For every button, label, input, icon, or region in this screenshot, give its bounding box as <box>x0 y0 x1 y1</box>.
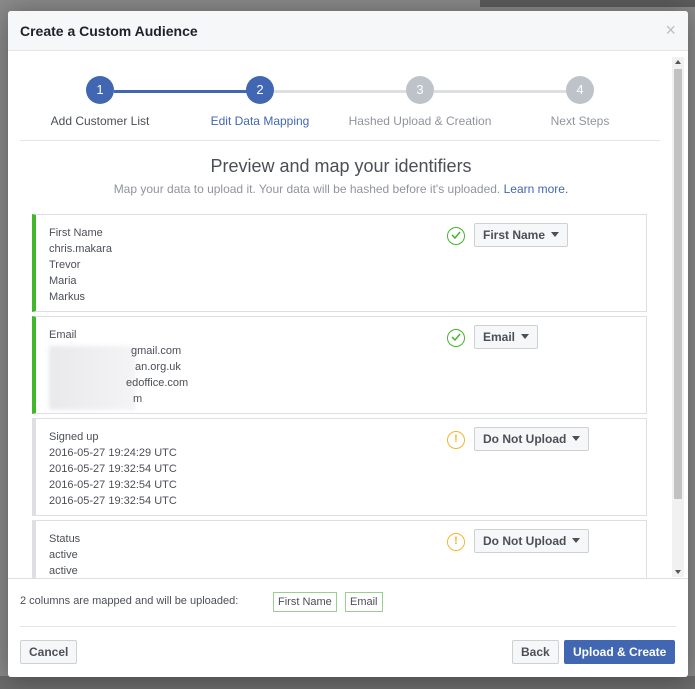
backdrop-topbar <box>480 0 695 7</box>
step-3: 3 Hashed Upload & Creation <box>340 76 500 128</box>
column-value: active <box>49 549 78 561</box>
column-value: edoffice.com <box>126 377 189 389</box>
caret-down-icon <box>572 436 581 441</box>
backdrop-bottom <box>0 676 695 689</box>
dialog-title: Create a Custom Audience <box>20 23 198 39</box>
column-value: 2016-05-27 19:24:29 UTC <box>49 447 177 459</box>
column-header: First Name <box>49 227 103 239</box>
mapping-value: Email <box>483 330 516 344</box>
column-card-email: Email gmail.com an.org.uk edoffice.com m… <box>32 316 647 414</box>
mapping-dropdown-email[interactable]: Email <box>474 325 539 349</box>
mapped-tag-email: Email <box>345 592 383 612</box>
step-3-label: Hashed Upload & Creation <box>348 114 492 128</box>
column-value: chris.makara <box>49 243 112 255</box>
step-1-circle: 1 <box>86 76 114 104</box>
column-values: Signed up 2016-05-27 19:24:29 UTC 2016-0… <box>49 429 177 509</box>
scroll-up-arrow-icon[interactable] <box>675 60 681 64</box>
step-4: 4 Next Steps <box>500 76 660 128</box>
caret-down-icon <box>521 334 530 339</box>
dialog-header: Create a Custom Audience × <box>8 11 688 51</box>
column-value: an.org.uk <box>135 361 181 373</box>
column-value: m <box>133 393 143 405</box>
column-header: Status <box>49 533 81 545</box>
step-2: 2 Edit Data Mapping <box>180 76 340 128</box>
scroll-down-arrow-icon[interactable] <box>675 570 681 574</box>
column-value: 2016-05-27 19:32:54 UTC <box>49 479 177 491</box>
step-1: 1 Add Customer List <box>20 76 180 128</box>
step-3-circle: 3 <box>406 76 434 104</box>
caret-down-icon <box>572 538 581 543</box>
column-card-signed-up: Signed up 2016-05-27 19:24:29 UTC 2016-0… <box>32 418 647 516</box>
column-values: Status active active <box>49 531 80 578</box>
warning-icon: ! <box>447 533 465 551</box>
column-header: Email <box>49 329 77 341</box>
preview-heading: Preview and map your identifiers <box>210 156 472 176</box>
column-value: Maria <box>49 275 77 287</box>
mapping-summary: 2 columns are mapped and will be uploade… <box>8 578 688 628</box>
check-icon <box>447 227 465 245</box>
column-values: Email gmail.com an.org.uk edoffice.com m <box>49 327 188 407</box>
progress-stepper: 1 Add Customer List 2 Edit Data Mapping … <box>20 76 660 136</box>
mapping-dropdown-first-name[interactable]: First Name <box>474 223 569 247</box>
cancel-button[interactable]: Cancel <box>20 640 78 664</box>
step-2-circle: 2 <box>246 76 274 104</box>
column-header: Signed up <box>49 431 99 443</box>
warning-icon: ! <box>447 431 465 449</box>
step-4-label: Next Steps <box>550 114 610 128</box>
dialog-scrollbar[interactable] <box>672 57 684 577</box>
column-card-first-name: First Name chris.makara Trevor Maria Mar… <box>32 214 647 312</box>
mapping-dropdown-status[interactable]: Do Not Upload <box>474 529 590 553</box>
footer-divider <box>20 626 676 627</box>
summary-text: 2 columns are mapped and will be uploade… <box>20 595 239 607</box>
mapping-value: First Name <box>483 228 546 242</box>
close-icon[interactable]: × <box>665 21 676 39</box>
stepper-divider <box>20 140 660 141</box>
step-2-label: Edit Data Mapping <box>210 114 310 128</box>
column-card-status: Status active active ! Do Not Upload <box>32 520 647 578</box>
dialog-body: 1 Add Customer List 2 Edit Data Mapping … <box>8 52 674 578</box>
column-value: active <box>49 565 78 577</box>
preview-subheading-text: Map your data to upload it. Your data wi… <box>113 182 501 196</box>
step-1-label: Add Customer List <box>50 114 150 128</box>
column-value: Trevor <box>49 259 81 271</box>
column-value: 2016-05-27 19:32:54 UTC <box>49 463 177 475</box>
mapping-value: Do Not Upload <box>483 534 567 548</box>
column-value: 2016-05-27 19:32:54 UTC <box>49 495 177 507</box>
scrollbar-thumb[interactable] <box>674 69 682 499</box>
step-4-circle: 4 <box>566 76 594 104</box>
mapping-dropdown-signed-up[interactable]: Do Not Upload <box>474 427 590 451</box>
back-button[interactable]: Back <box>512 640 559 664</box>
custom-audience-dialog: Create a Custom Audience × 1 Add Custome… <box>8 11 688 677</box>
column-value: gmail.com <box>131 345 182 357</box>
upload-and-create-button[interactable]: Upload & Create <box>564 640 676 664</box>
caret-down-icon <box>551 232 560 237</box>
preview-subheading: Map your data to upload it. Your data wi… <box>8 182 674 196</box>
mapping-value: Do Not Upload <box>483 432 567 446</box>
mapped-tag-first-name: First Name <box>273 592 337 612</box>
column-value: Markus <box>49 291 86 303</box>
learn-more-link[interactable]: Learn more. <box>504 182 569 196</box>
check-icon <box>447 329 465 347</box>
column-values: First Name chris.makara Trevor Maria Mar… <box>49 225 112 305</box>
